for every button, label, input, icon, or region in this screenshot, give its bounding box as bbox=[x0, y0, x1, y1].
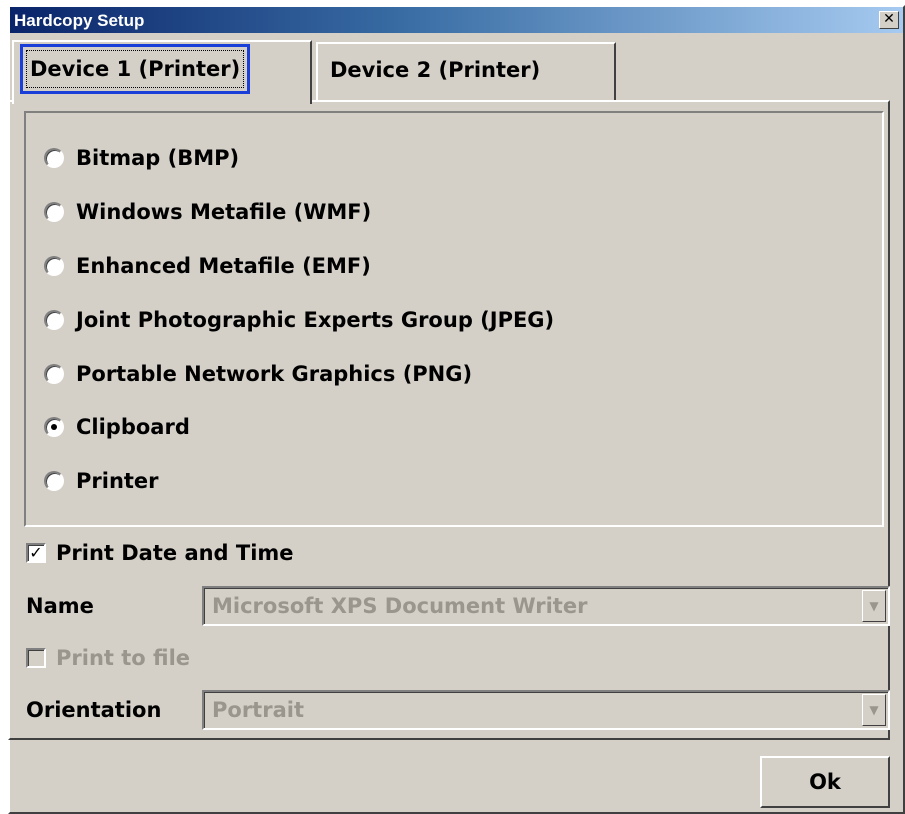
print-to-file-checkbox-row[interactable]: Print to file bbox=[26, 643, 190, 673]
radio-label: Portable Network Graphics (PNG) bbox=[76, 362, 473, 386]
tab-device-2[interactable]: Device 2 (Printer) bbox=[316, 42, 616, 100]
title-bar[interactable]: Hardcopy Setup ✕ bbox=[10, 7, 903, 33]
radio-label: Bitmap (BMP) bbox=[76, 146, 240, 170]
radio-clipboard[interactable]: Clipboard bbox=[44, 412, 190, 442]
print-to-file-label: Print to file bbox=[56, 646, 191, 670]
orientation-label: Orientation bbox=[26, 698, 162, 722]
tab-device-1[interactable]: Device 1 (Printer) bbox=[12, 40, 312, 104]
radio-button[interactable] bbox=[44, 256, 64, 276]
dialog-title: Hardcopy Setup bbox=[14, 11, 145, 30]
radio-wmf[interactable]: Windows Metafile (WMF) bbox=[44, 197, 371, 227]
close-icon: ✕ bbox=[883, 11, 895, 27]
name-label: Name bbox=[26, 594, 94, 618]
radio-button[interactable] bbox=[44, 364, 64, 384]
radio-button[interactable] bbox=[44, 310, 64, 330]
tab-device-2-label: Device 2 (Printer) bbox=[330, 58, 541, 82]
radio-label: Clipboard bbox=[76, 415, 190, 439]
print-to-file-checkbox[interactable] bbox=[26, 648, 46, 668]
radio-button-selected[interactable] bbox=[44, 417, 64, 437]
radio-emf[interactable]: Enhanced Metafile (EMF) bbox=[44, 251, 371, 281]
radio-button[interactable] bbox=[44, 148, 64, 168]
print-date-time-checkbox-row[interactable]: ✓ Print Date and Time bbox=[26, 538, 294, 568]
close-button[interactable]: ✕ bbox=[879, 11, 899, 29]
printer-name-select[interactable]: Microsoft XPS Document Writer ▼ bbox=[202, 586, 890, 626]
print-date-time-checkbox[interactable]: ✓ bbox=[26, 543, 46, 563]
radio-jpeg[interactable]: Joint Photographic Experts Group (JPEG) bbox=[44, 305, 554, 335]
radio-label: Joint Photographic Experts Group (JPEG) bbox=[76, 308, 555, 332]
ok-button[interactable]: Ok bbox=[760, 756, 890, 808]
radio-bitmap[interactable]: Bitmap (BMP) bbox=[44, 143, 239, 173]
radio-button[interactable] bbox=[44, 202, 64, 222]
radio-png[interactable]: Portable Network Graphics (PNG) bbox=[44, 359, 472, 389]
printer-name-value: Microsoft XPS Document Writer bbox=[212, 594, 588, 618]
radio-label: Windows Metafile (WMF) bbox=[76, 200, 372, 224]
radio-printer[interactable]: Printer bbox=[44, 466, 159, 496]
chevron-down-icon[interactable]: ▼ bbox=[862, 590, 886, 622]
tab-device-1-label: Device 1 (Printer) bbox=[19, 44, 251, 94]
print-date-time-label: Print Date and Time bbox=[56, 541, 294, 565]
orientation-value: Portrait bbox=[212, 698, 304, 722]
checkmark-icon: ✓ bbox=[29, 543, 43, 562]
radio-button[interactable] bbox=[44, 471, 64, 491]
orientation-select[interactable]: Portrait ▼ bbox=[202, 690, 890, 730]
chevron-down-icon[interactable]: ▼ bbox=[862, 694, 886, 726]
radio-label: Enhanced Metafile (EMF) bbox=[76, 254, 371, 278]
radio-label: Printer bbox=[76, 469, 159, 493]
